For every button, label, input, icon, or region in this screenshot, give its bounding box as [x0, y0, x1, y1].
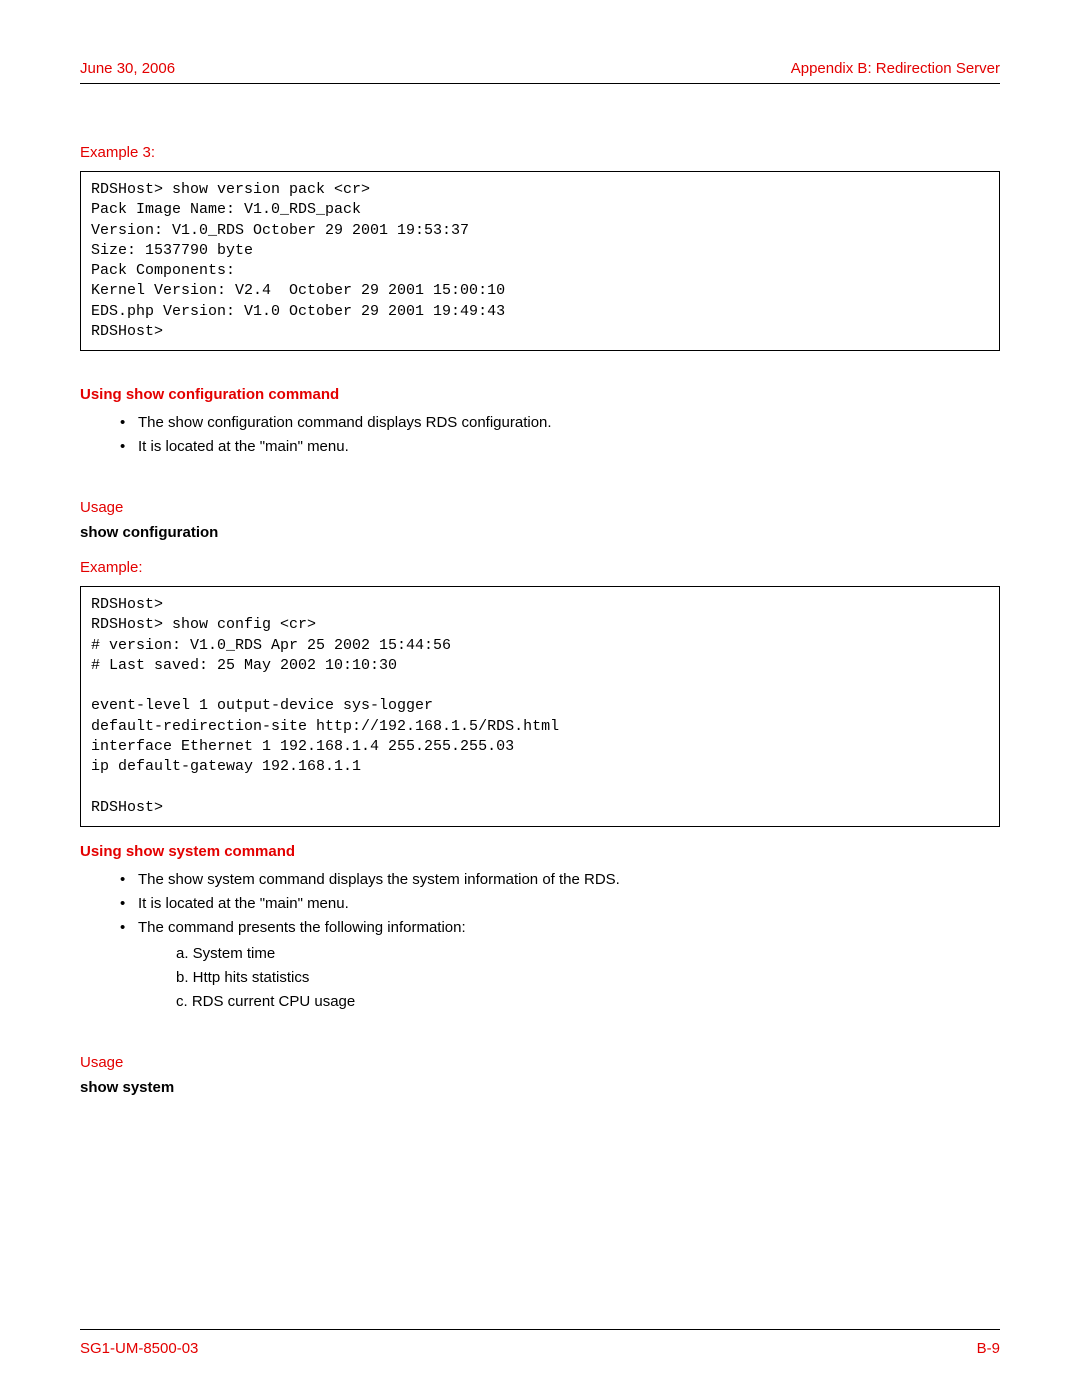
footer-page: B-9 — [977, 1340, 1000, 1357]
usage-config-label: Usage — [80, 499, 1000, 516]
usage-system-label: Usage — [80, 1054, 1000, 1071]
section-config-list: The show configuration command displays … — [80, 411, 1000, 459]
footer-docid: SG1-UM-8500-03 — [80, 1340, 198, 1357]
sub-list: a. System time b. Http hits statistics c… — [138, 942, 1000, 1014]
sub-item: b. Http hits statistics — [176, 966, 1000, 990]
header-appendix: Appendix B: Redirection Server — [791, 60, 1000, 77]
example-config-label: Example: — [80, 559, 1000, 576]
page-header: June 30, 2006 Appendix B: Redirection Se… — [80, 60, 1000, 84]
list-item: The show configuration command displays … — [120, 411, 1000, 435]
sub-item: a. System time — [176, 942, 1000, 966]
list-item: The command presents the following infor… — [120, 916, 1000, 1014]
section-system-heading: Using show system command — [80, 843, 1000, 860]
usage-config-cmd: show configuration — [80, 524, 1000, 541]
example3-code-block: RDSHost> show version pack <cr> Pack Ima… — [80, 171, 1000, 351]
header-date: June 30, 2006 — [80, 60, 175, 77]
list-item-text: The command presents the following infor… — [138, 919, 466, 936]
sub-item: c. RDS current CPU usage — [176, 990, 1000, 1014]
section-system-list: The show system command displays the sys… — [80, 868, 1000, 1014]
section-config-heading: Using show configuration command — [80, 386, 1000, 403]
list-item: The show system command displays the sys… — [120, 868, 1000, 892]
example-config-code-block: RDSHost> RDSHost> show config <cr> # ver… — [80, 586, 1000, 827]
page-footer: SG1-UM-8500-03 B-9 — [80, 1329, 1000, 1357]
list-item: It is located at the "main" menu. — [120, 435, 1000, 459]
usage-system-cmd: show system — [80, 1079, 1000, 1096]
list-item: It is located at the "main" menu. — [120, 892, 1000, 916]
example3-label: Example 3: — [80, 144, 1000, 161]
